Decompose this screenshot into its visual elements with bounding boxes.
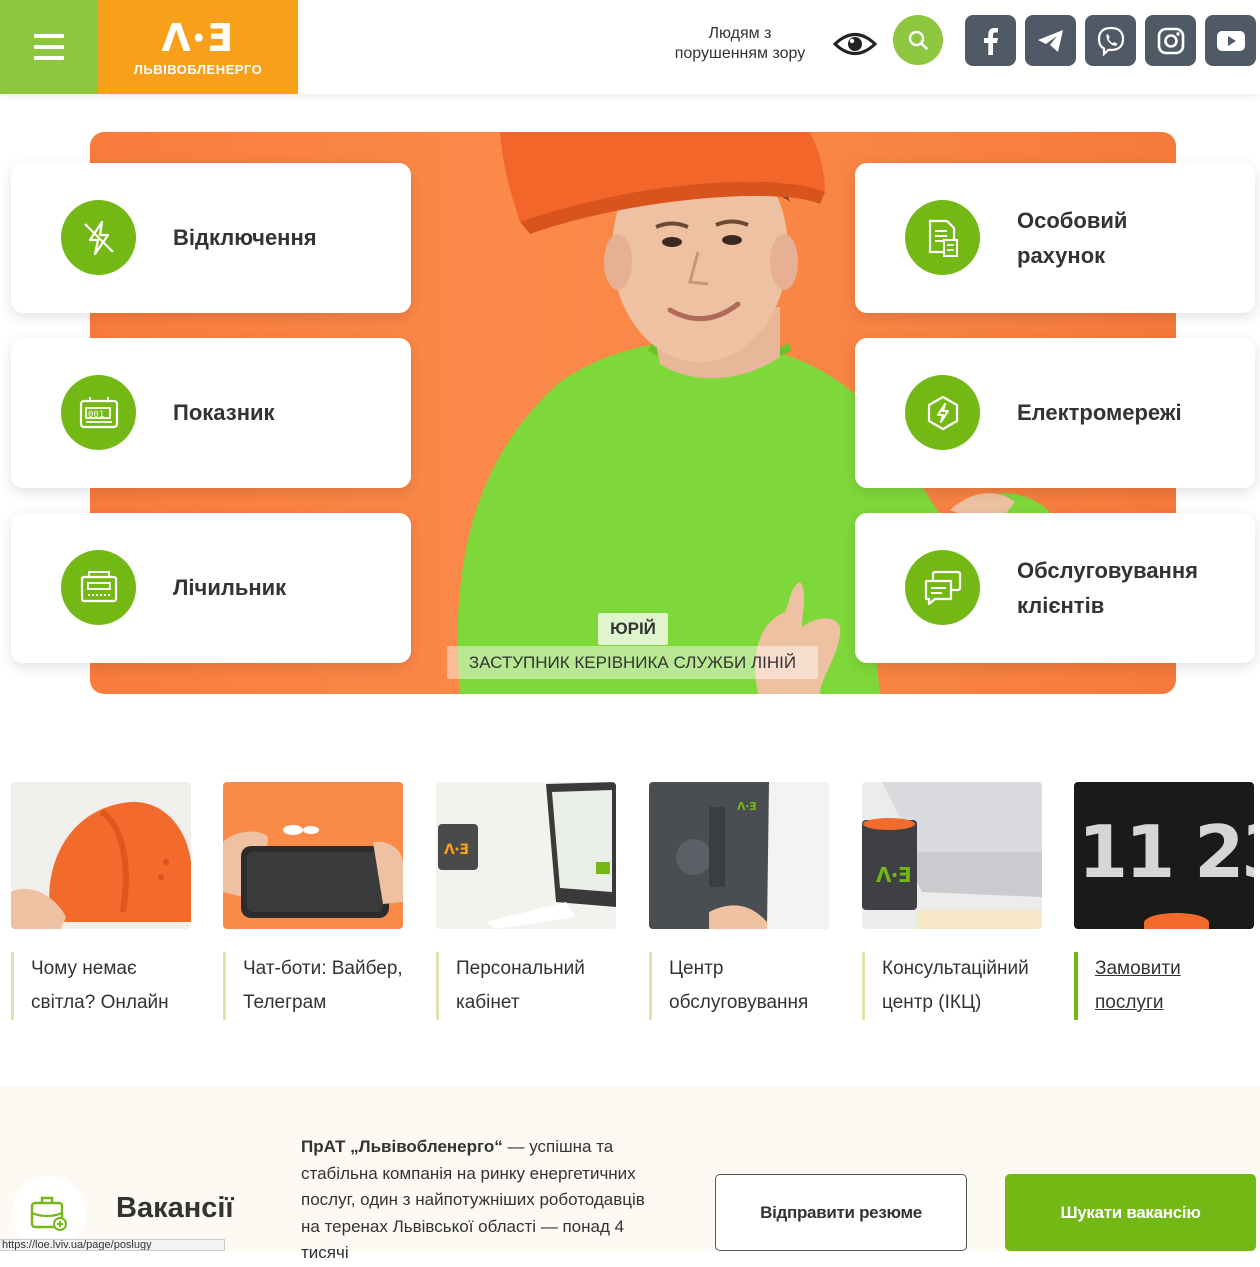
menu-burger-button[interactable] [0,0,98,94]
hero-caption-name: ЮРІЙ [598,613,668,645]
search-button[interactable] [893,15,943,65]
vacancies-title: Вакансії [116,1192,234,1224]
chat-icon [924,570,961,605]
tile-link-line2: світла? Онлайн [31,992,169,1013]
tile-image-service-center[interactable]: ΛꞏƎ [649,782,829,929]
laptop-mug-photo: ΛꞏƎ [436,782,616,929]
account-document-icon [928,219,958,257]
vacancies-description: ПрАТ „Львівобленерго“ — успішна та стабі… [301,1134,661,1267]
hero-caption-role: ЗАСТУПНИК КЕРІВНИКА СЛУЖБИ ЛІНІЙ [447,646,818,679]
tile-link-consult-center[interactable]: Консультаційний центр (ІКЦ) [862,952,1052,1020]
customer-service-label-line2: клієнтів [1017,593,1105,618]
facebook-button[interactable] [965,15,1016,66]
send-cv-button[interactable]: Відправити резюме [715,1174,967,1251]
accessibility-label-line2: порушенням зору [674,45,806,62]
power-grid-card[interactable]: Електромережі [855,338,1255,488]
viber-button[interactable] [1085,15,1136,66]
browser-status-url: https://loe.lviv.ua/page/poslugy [0,1239,225,1251]
tile-image-no-power[interactable] [11,782,191,929]
tile-link-service-center[interactable]: Центр обслуговування [649,952,839,1020]
clock-photo: 11 23 [1074,782,1254,929]
tile-folder-logo: ΛꞏƎ [737,800,756,813]
customer-service-label: Обслуговування клієнтів [1017,553,1198,623]
tile-image-chatbots[interactable] [223,782,403,929]
clock-display: 11 23 [1078,810,1254,894]
tile-link-line1: Чому немає [31,958,137,979]
tile-image-consult-center[interactable]: ΛꞏƎ [862,782,1042,929]
personal-account-label-line1: Особовий [1017,208,1128,233]
readings-card[interactable]: 001 Показник [11,338,411,488]
site-header: ΛꞏƎ ЛЬВІВОБЛЕНЕРГО Людям з порушенням зо… [0,0,1260,94]
instagram-icon [1157,27,1184,54]
outages-label: Відключення [173,225,317,250]
tile-mug-logo: ΛꞏƎ [444,842,469,858]
electric-meter-icon [80,570,117,602]
tile-link-no-power[interactable]: Чому немає світла? Онлайн [11,952,201,1020]
personal-account-icon-circle [905,200,980,275]
youtube-icon [1216,30,1245,51]
viber-icon [1097,26,1124,56]
helmet-photo [11,782,191,929]
instagram-button[interactable] [1145,15,1196,66]
telegram-button[interactable] [1025,15,1076,66]
readings-icon-circle: 001 [61,375,136,450]
tile-link-order-services[interactable]: Замовити послуги [1074,952,1254,1020]
folder-photo: ΛꞏƎ [649,782,829,929]
power-grid-icon-circle [905,375,980,450]
power-grid-label: Електромережі [1017,400,1182,425]
outages-card[interactable]: Відключення [11,163,411,313]
logo-name: ЛЬВІВОБЛЕНЕРГО [133,61,263,77]
eye-icon[interactable] [833,29,877,59]
burger-line [34,56,64,60]
readings-label: Показник [173,400,275,425]
grid-power-icon [927,395,958,430]
accessibility-label-line1: Людям з [708,25,772,42]
customer-service-icon-circle [905,550,980,625]
telegram-icon [1037,29,1063,52]
tile-link-line2: Телеграм [243,992,327,1013]
meter-card[interactable]: Лічильник [11,513,411,663]
tile-link-line2: центр (ІКЦ) [882,992,982,1013]
search-icon [908,30,928,50]
meter-icon-circle [61,550,136,625]
tile-link-line1: Чат-боти: Вайбер, [243,958,403,979]
phone-photo [223,782,403,929]
personal-account-label-line2: рахунок [1017,243,1106,268]
meter-label: Лічильник [173,575,287,600]
youtube-button[interactable] [1205,15,1256,66]
tile-image-personal-cabinet[interactable]: ΛꞏƎ [436,782,616,929]
customer-service-label-line1: Обслуговування [1017,558,1198,583]
tile-link-line2: кабінет [456,992,520,1013]
company-name: ПрАТ „Львівобленерго“ [301,1137,503,1156]
outages-icon-circle [61,200,136,275]
tile-link-line1: Персональний [456,958,585,979]
site-logo[interactable]: ΛꞏƎ ЛЬВІВОБЛЕНЕРГО [98,0,298,94]
tile-link-line2: обслуговування [669,992,809,1013]
customer-service-card[interactable]: Обслуговування клієнтів [855,513,1255,663]
tile-link-line1: Консультаційний [882,958,1029,979]
tile-link-personal-cabinet[interactable]: Персональний кабінет [436,952,626,1020]
logo-mark: ΛꞏƎ [161,15,235,60]
burger-line [34,45,64,49]
tile-link-line1: Замовити [1095,958,1181,979]
burger-line [34,34,64,38]
laptop-cup-photo: ΛꞏƎ [862,782,1042,929]
meter-reading-icon: 001 [79,396,118,428]
tile-link-line1: Центр [669,958,724,979]
briefcase-icon [30,1196,67,1231]
tile-image-order-services[interactable]: 11 23 [1074,782,1254,929]
personal-account-label: Особовий рахунок [1017,203,1127,273]
power-off-icon [83,220,114,255]
tile-cup-logo: ΛꞏƎ [876,863,911,887]
accessibility-link[interactable]: Людям з порушенням зору [660,24,820,64]
svg-text:001: 001 [88,410,104,420]
tile-link-line2: послуги [1095,992,1164,1013]
tile-link-chatbots[interactable]: Чат-боти: Вайбер, Телеграм [223,952,413,1020]
personal-account-card[interactable]: Особовий рахунок [855,163,1255,313]
facebook-icon [983,27,998,55]
search-vacancy-button[interactable]: Шукати вакансію [1005,1174,1256,1251]
